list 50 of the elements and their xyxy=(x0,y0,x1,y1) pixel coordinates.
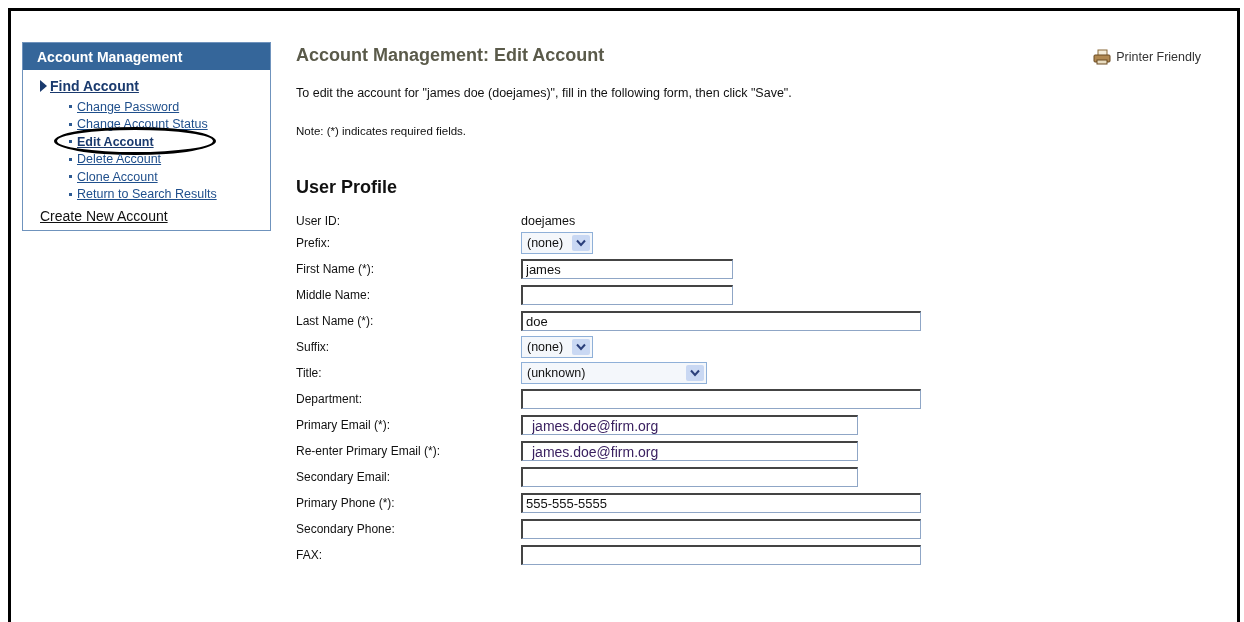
nav-link[interactable]: Find Account xyxy=(50,78,139,94)
printer-link[interactable]: Printer Friendly xyxy=(1093,49,1201,65)
nav-link[interactable]: Delete Account xyxy=(77,152,162,167)
input-field[interactable]: james xyxy=(521,259,733,279)
input-field[interactable] xyxy=(521,519,921,539)
field-label: Re-enter Primary Email (*): xyxy=(296,444,442,458)
bullet-icon xyxy=(69,192,72,196)
field-label: Middle Name: xyxy=(296,288,372,302)
nav-link[interactable]: Return to Search Results xyxy=(77,187,217,202)
field-label: User ID: xyxy=(296,214,341,228)
instructions-text: To edit the account for "james doe (doejames)", fill in the following form, then click "Save". xyxy=(296,86,793,100)
input-field[interactable] xyxy=(521,389,921,409)
field-label: Prefix: xyxy=(296,236,331,250)
field-label: Primary Phone (*): xyxy=(296,496,396,510)
dropdown[interactable]: (unknown) xyxy=(521,362,707,384)
note-text: Note: (*) indicates required fields. xyxy=(296,125,468,137)
field-label: FAX: xyxy=(296,548,323,562)
section-title: User Profile xyxy=(296,177,399,198)
field-label: Title: xyxy=(296,366,323,380)
field-label: Suffix: xyxy=(296,340,331,354)
input-field[interactable] xyxy=(521,467,858,487)
field-label: Last Name (*): xyxy=(296,314,375,328)
nav-link[interactable]: Create New Account xyxy=(40,208,270,224)
input-field[interactable]: 555-555-5555 xyxy=(521,493,921,513)
field-label: Secondary Phone: xyxy=(296,522,396,536)
bullet-icon xyxy=(69,140,72,144)
nav-link[interactable]: Clone Account xyxy=(77,169,158,184)
bullet-icon xyxy=(69,105,72,109)
triangle-icon xyxy=(40,80,47,92)
printer-icon xyxy=(1093,49,1112,65)
input-field[interactable]: doe xyxy=(521,311,921,331)
dropdown[interactable]: (none) xyxy=(521,336,593,358)
field-label: Secondary Email: xyxy=(296,470,392,484)
bullet-icon xyxy=(69,157,72,161)
field-label: First Name (*): xyxy=(296,262,375,276)
input-field[interactable] xyxy=(521,285,733,305)
input-field[interactable]: james.doe@firm.org xyxy=(521,415,858,435)
sidebar-title: Account Management xyxy=(23,43,270,70)
field-label: Department: xyxy=(296,392,364,406)
field-label: Primary Email (*): xyxy=(296,418,391,432)
field-value: doejames xyxy=(521,214,576,228)
page-title: Account Management: Edit Account xyxy=(296,45,605,66)
nav-link[interactable]: Edit Account xyxy=(77,134,154,149)
input-field[interactable] xyxy=(521,545,921,565)
bullet-icon xyxy=(69,122,72,126)
dropdown[interactable]: (none) xyxy=(521,232,593,254)
printer-link-text[interactable]: Printer Friendly xyxy=(1116,50,1201,64)
bullet-icon xyxy=(69,175,72,179)
input-field[interactable]: james.doe@firm.org xyxy=(521,441,858,461)
nav-link[interactable]: Change Password xyxy=(77,99,180,114)
